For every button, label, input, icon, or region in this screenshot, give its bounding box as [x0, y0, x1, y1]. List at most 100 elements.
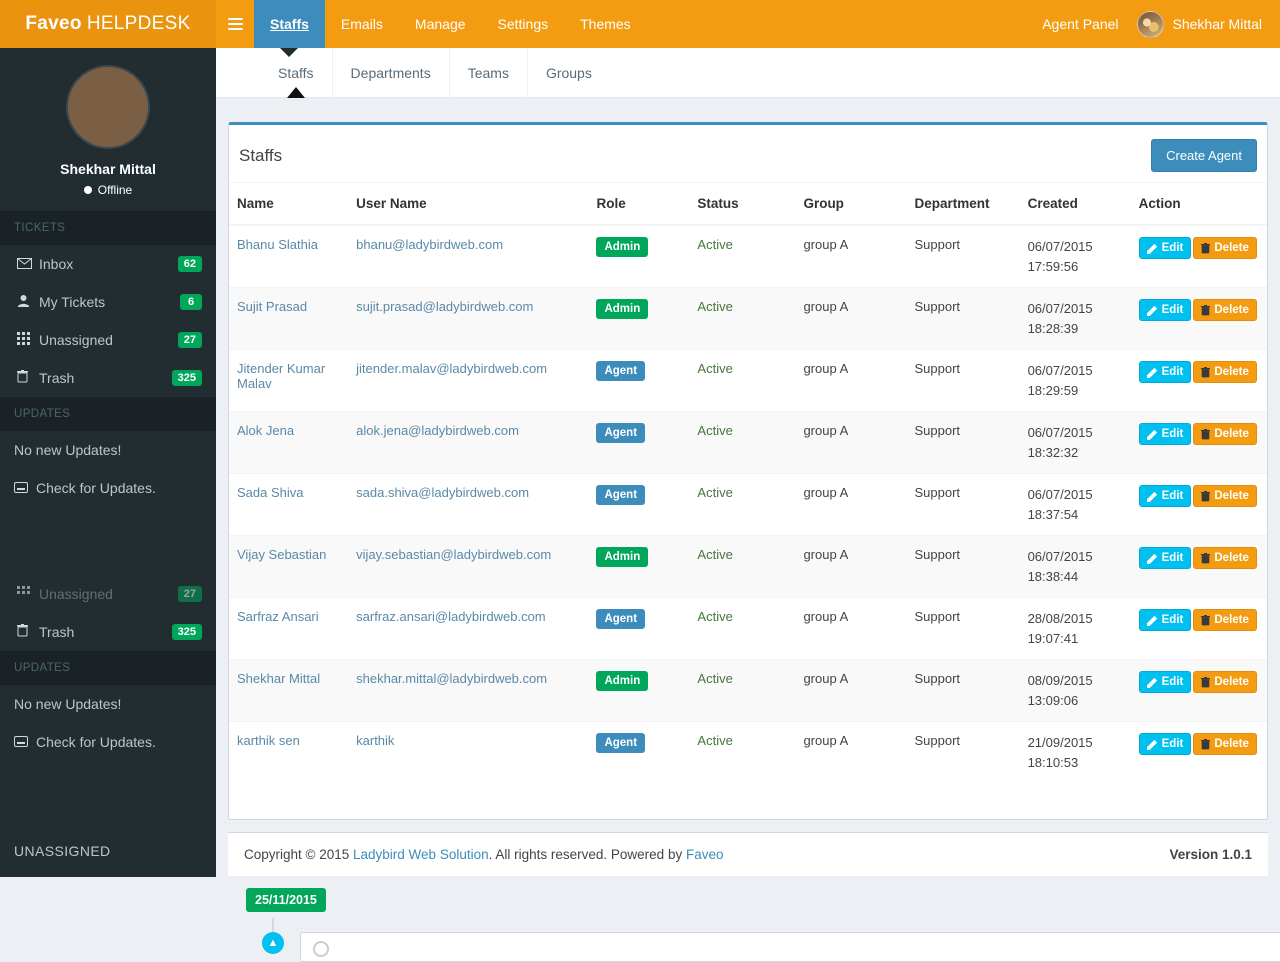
staff-username-link[interactable]: jitender.malav@ladybirdweb.com	[356, 361, 547, 376]
sidebar-item-trash-dup[interactable]: Trash 325	[0, 613, 216, 651]
column-header-action: Action	[1130, 183, 1267, 226]
tab-groups[interactable]: Groups	[526, 48, 610, 97]
staff-name-link[interactable]: Sujit Prasad	[237, 299, 307, 314]
edit-button[interactable]: Edit	[1138, 733, 1192, 755]
agent-panel-link[interactable]: Agent Panel	[1042, 16, 1118, 32]
staff-username-link[interactable]: sada.shiva@ladybirdweb.com	[356, 485, 529, 500]
tab-teams[interactable]: Teams	[448, 48, 527, 97]
cell-status: Active	[689, 721, 796, 783]
company-link[interactable]: Ladybird Web Solution	[353, 847, 489, 862]
edit-button[interactable]: Edit	[1138, 361, 1192, 383]
nav-item-themes[interactable]: Themes	[564, 0, 647, 48]
sidebar-section-updates-dup: UPDATES	[0, 651, 216, 685]
timeline-marker-icon[interactable]: ▲	[262, 932, 284, 954]
copyright-prefix: Copyright © 2015	[244, 847, 354, 862]
cell-status: Active	[689, 597, 796, 660]
cell-username: sarfraz.ansari@ladybirdweb.com	[348, 597, 589, 660]
staff-username-link[interactable]: vijay.sebastian@ladybirdweb.com	[356, 547, 551, 562]
edit-button[interactable]: Edit	[1138, 485, 1192, 507]
sidebar-item-inbox-label: Inbox	[39, 256, 74, 272]
delete-button[interactable]: Delete	[1193, 423, 1257, 445]
staff-username-link[interactable]: sarfraz.ansari@ladybirdweb.com	[356, 609, 546, 624]
hamburger-icon[interactable]	[216, 0, 254, 48]
column-header-group: Group	[795, 183, 907, 226]
staff-name-link[interactable]: Vijay Sebastian	[237, 547, 326, 562]
edit-button[interactable]: Edit	[1138, 423, 1192, 445]
trash-icon-dup	[17, 624, 39, 640]
create-agent-button[interactable]: Create Agent	[1151, 139, 1257, 172]
sidebar-check-updates-dup[interactable]: Check for Updates.	[0, 723, 216, 761]
created-time: 18:38:44	[1027, 568, 1079, 584]
created-date: 06/07/2015	[1027, 425, 1093, 440]
cell-name: Alok Jena	[229, 411, 349, 474]
delete-button[interactable]: Delete	[1193, 361, 1257, 383]
edit-button[interactable]: Edit	[1138, 547, 1192, 569]
delete-button[interactable]: Delete	[1193, 609, 1257, 631]
edit-button[interactable]: Edit	[1138, 299, 1192, 321]
sidebar-check-updates[interactable]: Check for Updates.	[0, 469, 216, 507]
sidebar-item-unassigned-dup[interactable]: Unassigned 27	[0, 575, 216, 613]
staff-name-link[interactable]: Alok Jena	[237, 423, 294, 438]
delete-button[interactable]: Delete	[1193, 733, 1257, 755]
sidebar-item-unassigned-dup-label: Unassigned	[39, 586, 113, 602]
navbar-user-menu[interactable]: Shekhar Mittal	[1136, 10, 1262, 38]
cell-role: Agent	[588, 597, 690, 660]
staff-name-link[interactable]: Jitender Kumar Malav	[237, 361, 325, 391]
nav-item-settings[interactable]: Settings	[482, 0, 565, 48]
brand-logo[interactable]: Faveo HELPDESK	[0, 0, 216, 48]
nav-item-emails[interactable]: Emails	[325, 0, 399, 48]
cell-status: Active	[689, 535, 796, 598]
pencil-icon	[1146, 491, 1158, 502]
nav-item-manage[interactable]: Manage	[399, 0, 482, 48]
delete-button[interactable]: Delete	[1193, 547, 1257, 569]
staff-username-link[interactable]: karthik	[356, 733, 394, 748]
sidebar-item-unassigned[interactable]: Unassigned 27	[0, 321, 216, 359]
copyright-text: Copyright © 2015 Ladybird Web Solution. …	[244, 847, 723, 862]
edit-button[interactable]: Edit	[1138, 609, 1192, 631]
cell-group: group A	[795, 535, 907, 598]
staff-name-link[interactable]: Shekhar Mittal	[237, 671, 320, 686]
staff-username-link[interactable]: shekhar.mittal@ladybirdweb.com	[356, 671, 547, 686]
sidebar-bottom-unassigned-label[interactable]: UNASSIGNED	[0, 835, 216, 867]
delete-button[interactable]: Delete	[1193, 671, 1257, 693]
cell-role: Agent	[588, 411, 690, 474]
nav-item-staffs[interactable]: Staffs	[254, 0, 325, 48]
cell-role: Admin	[588, 659, 690, 722]
table-body: Bhanu Slathia bhanu@ladybirdweb.com Admin A…	[229, 224, 1267, 783]
staff-name-link[interactable]: karthik sen	[237, 733, 300, 748]
sidebar-user-status: Offline	[10, 183, 206, 197]
cell-action: Edit Delete	[1130, 535, 1267, 598]
delete-button[interactable]: Delete	[1193, 485, 1257, 507]
avatar	[1136, 10, 1164, 38]
sidebar-item-my-tickets[interactable]: My Tickets 6	[0, 283, 216, 321]
status-badge: Active	[697, 547, 733, 562]
cell-status: Active	[689, 659, 796, 722]
sidebar-item-trash[interactable]: Trash 325	[0, 359, 216, 397]
content-area: Staffs Departments Teams Groups Staffs C…	[216, 48, 1280, 962]
tab-departments-label: Departments	[350, 64, 431, 81]
cell-name: Jitender Kumar Malav	[229, 349, 349, 412]
staff-name-link[interactable]: Sada Shiva	[237, 485, 304, 500]
sidebar-item-inbox[interactable]: Inbox 62	[0, 245, 216, 283]
top-navbar: Faveo HELPDESK Staffs Emails Manage Sett…	[0, 0, 1280, 48]
staff-username-link[interactable]: bhanu@ladybirdweb.com	[356, 237, 503, 252]
cell-group: group A	[795, 411, 907, 474]
trash-icon	[1201, 366, 1211, 378]
cell-name: karthik sen	[229, 721, 349, 783]
table-row: Sujit Prasad sujit.prasad@ladybirdweb.com…	[229, 287, 1267, 350]
staff-name-link[interactable]: Bhanu Slathia	[237, 237, 318, 252]
delete-button[interactable]: Delete	[1193, 237, 1257, 259]
tab-departments[interactable]: Departments	[331, 48, 449, 97]
powered-by-link[interactable]: Faveo	[686, 847, 724, 862]
sidebar-item-trash-dup-badge: 325	[171, 624, 202, 640]
delete-button[interactable]: Delete	[1193, 299, 1257, 321]
staff-username-link[interactable]: sujit.prasad@ladybirdweb.com	[356, 299, 533, 314]
staff-username-link[interactable]: alok.jena@ladybirdweb.com	[356, 423, 519, 438]
trash-icon	[1201, 304, 1211, 316]
edit-button[interactable]: Edit	[1138, 237, 1192, 259]
timeline-entry-card[interactable]	[300, 932, 1280, 962]
edit-button[interactable]: Edit	[1138, 671, 1192, 693]
created-date: 06/07/2015	[1027, 239, 1093, 254]
staff-name-link[interactable]: Sarfraz Ansari	[237, 609, 319, 624]
pencil-icon	[1146, 615, 1158, 626]
